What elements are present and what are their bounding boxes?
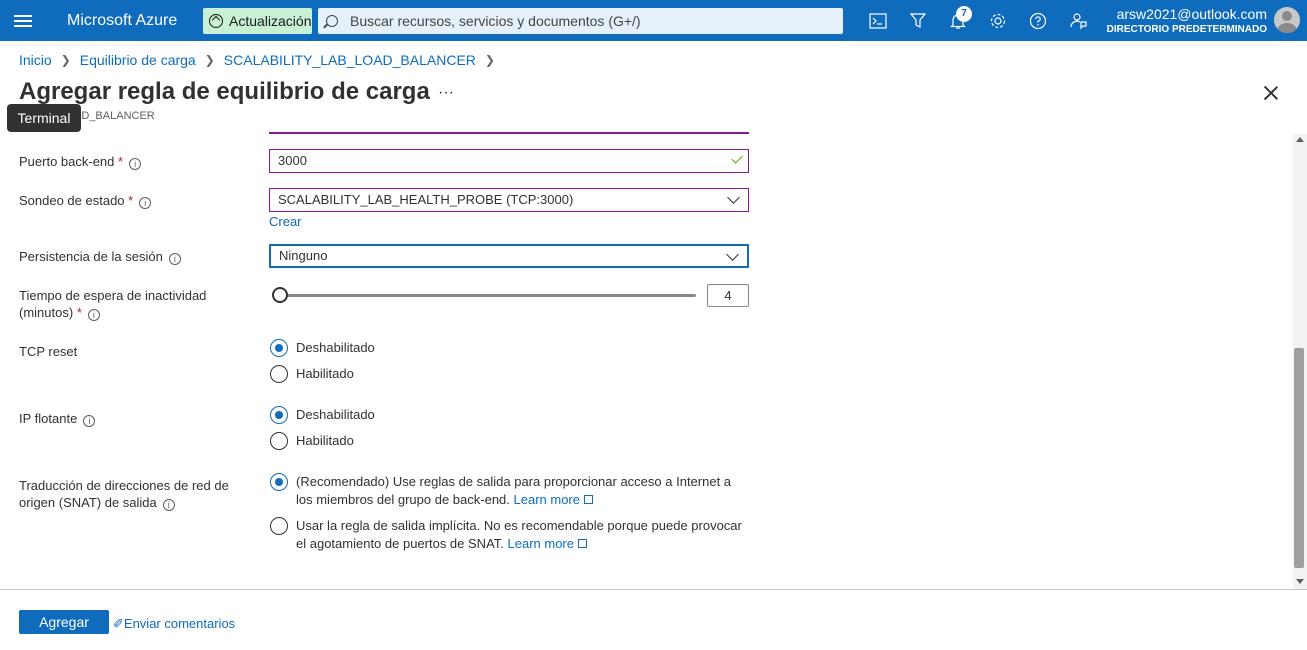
- search-icon: [326, 15, 338, 27]
- avatar[interactable]: [1274, 7, 1300, 33]
- create-probe-link[interactable]: Crear: [269, 214, 302, 229]
- chevron-right-icon: ❯: [484, 53, 495, 67]
- radio-dot: [270, 339, 288, 357]
- idle-timeout-input[interactable]: 4: [707, 284, 749, 307]
- health-probe-label: Sondeo de estado * i: [19, 192, 152, 209]
- account-email: arsw2021@outlook.com: [1116, 6, 1267, 22]
- radio-label: Deshabilitado: [296, 340, 375, 355]
- breadcrumb-home[interactable]: Inicio: [19, 52, 52, 68]
- idle-timeout-slider-thumb[interactable]: [272, 287, 288, 303]
- snat-label-line2: origen (SNAT) de salida: [19, 495, 157, 510]
- idle-timeout-label-line2: (minutos): [19, 305, 74, 320]
- snat-label-line1: Traducción de direcciones de red de: [19, 478, 229, 493]
- add-button[interactable]: Agregar: [19, 610, 109, 634]
- floating-ip-label-text: IP flotante: [19, 411, 78, 426]
- scroll-down-arrow-icon[interactable]: [1296, 579, 1304, 584]
- footer-divider: [0, 589, 1307, 590]
- terminal-tooltip: Terminal: [7, 104, 81, 132]
- idle-timeout-slider-track[interactable]: [280, 294, 696, 297]
- send-feedback-text: Enviar comentarios: [123, 616, 236, 631]
- idle-timeout-label: Tiempo de espera de inactividad (minutos…: [19, 287, 206, 321]
- menu-icon[interactable]: [14, 12, 32, 28]
- backend-port-input[interactable]: 3000: [269, 149, 749, 173]
- radio-dot: [270, 432, 288, 450]
- session-persistence-value: Ninguno: [279, 248, 328, 263]
- radio-label: Deshabilitado: [296, 407, 375, 422]
- account-info[interactable]: arsw2021@outlook.com DIRECTORIO PREDETER…: [1107, 6, 1267, 35]
- search-input[interactable]: Buscar recursos, servicios y documentos …: [318, 8, 843, 34]
- session-persistence-label-text: Persistencia de la sesión: [19, 249, 163, 264]
- page-title: Agregar regla de equilibrio de carga: [19, 78, 430, 105]
- required-mark: *: [76, 305, 82, 320]
- session-persistence-select[interactable]: Ninguno: [269, 244, 749, 268]
- backend-port-label-text: Puerto back-end: [19, 154, 115, 169]
- idle-timeout-label-line1: Tiempo de espera de inactividad: [19, 288, 207, 303]
- radio-dot: [270, 517, 288, 535]
- radio-label: (Recomendado) Use reglas de salida para …: [296, 473, 746, 509]
- checkmark-icon: [731, 152, 743, 164]
- tcp-reset-enabled-radio[interactable]: Habilitado: [270, 365, 746, 383]
- learn-more-link[interactable]: Learn more: [508, 536, 574, 551]
- floating-ip-disabled-radio[interactable]: Deshabilitado: [270, 406, 746, 424]
- chevron-down-icon: [726, 248, 739, 261]
- feedback-person-icon: ✐: [113, 616, 124, 631]
- scroll-up-arrow-icon[interactable]: [1296, 137, 1304, 142]
- arrow-up-circle-icon: [209, 14, 223, 28]
- update-label: Actualización: [229, 13, 312, 29]
- previous-field-edge: [269, 132, 749, 134]
- send-feedback-link[interactable]: ✐Enviar comentarios: [113, 616, 235, 632]
- info-icon[interactable]: i: [139, 197, 152, 209]
- info-icon[interactable]: i: [129, 158, 142, 170]
- breadcrumb: Inicio ❯ Equilibrio de carga ❯ SCALABILI…: [19, 52, 504, 68]
- required-mark: *: [118, 154, 124, 169]
- health-probe-value: SCALABILITY_LAB_HEALTH_PROBE (TCP:3000): [278, 192, 574, 207]
- directory-filter-icon[interactable]: [908, 11, 928, 31]
- notification-count: 7: [956, 6, 972, 22]
- more-options-button[interactable]: ···: [438, 84, 454, 102]
- floating-ip-label: IP flotante i: [19, 410, 96, 427]
- radio-label: Habilitado: [296, 433, 354, 448]
- snat-implicit-rule-radio[interactable]: Usar la regla de salida implícita. No es…: [270, 517, 746, 553]
- gear-icon[interactable]: [988, 11, 1008, 31]
- search-placeholder: Buscar recursos, servicios y documentos …: [350, 13, 641, 29]
- info-icon[interactable]: i: [162, 499, 175, 511]
- scrollbar-thumb[interactable]: [1294, 348, 1304, 568]
- required-mark: *: [128, 193, 134, 208]
- info-icon[interactable]: i: [83, 415, 96, 427]
- session-persistence-label: Persistencia de la sesión i: [19, 248, 181, 265]
- update-button[interactable]: Actualización: [203, 8, 312, 34]
- cloud-shell-icon[interactable]: [868, 11, 888, 31]
- radio-label: Habilitado: [296, 366, 354, 381]
- backend-port-label: Puerto back-end * i: [19, 153, 142, 170]
- snat-outbound-rules-radio[interactable]: (Recomendado) Use reglas de salida para …: [270, 473, 746, 509]
- tcp-reset-label: TCP reset: [19, 344, 78, 359]
- floating-ip-enabled-radio[interactable]: Habilitado: [270, 432, 746, 450]
- brand-name[interactable]: Microsoft Azure: [67, 12, 177, 30]
- account-directory: DIRECTORIO PREDETERMINADO: [1106, 24, 1267, 35]
- external-link-icon: [584, 495, 593, 504]
- top-bar: Microsoft Azure Actualización Buscar rec…: [0, 0, 1307, 41]
- learn-more-link[interactable]: Learn more: [514, 492, 580, 507]
- breadcrumb-load-balancing[interactable]: Equilibrio de carga: [80, 52, 196, 68]
- help-icon[interactable]: [1028, 11, 1048, 31]
- chevron-right-icon: ❯: [204, 53, 215, 67]
- radio-dot: [270, 473, 288, 491]
- breadcrumb-load-balancer[interactable]: SCALABILITY_LAB_LOAD_BALANCER: [224, 52, 476, 68]
- tcp-reset-disabled-radio[interactable]: Deshabilitado: [270, 339, 746, 357]
- backend-port-value: 3000: [278, 153, 307, 168]
- snat-label: Traducción de direcciones de red de orig…: [19, 477, 229, 511]
- info-icon[interactable]: i: [168, 253, 181, 265]
- chevron-right-icon: ❯: [60, 53, 71, 67]
- info-icon[interactable]: i: [87, 309, 100, 321]
- chevron-down-icon: [727, 191, 740, 204]
- radio-dot: [270, 365, 288, 383]
- radio-dot: [270, 406, 288, 424]
- health-probe-select[interactable]: SCALABILITY_LAB_HEALTH_PROBE (TCP:3000): [269, 188, 749, 212]
- close-icon[interactable]: [1262, 84, 1280, 102]
- external-link-icon: [578, 539, 587, 548]
- feedback-icon[interactable]: [1068, 11, 1088, 31]
- radio-label: Usar la regla de salida implícita. No es…: [296, 517, 746, 553]
- health-probe-label-text: Sondeo de estado: [19, 193, 125, 208]
